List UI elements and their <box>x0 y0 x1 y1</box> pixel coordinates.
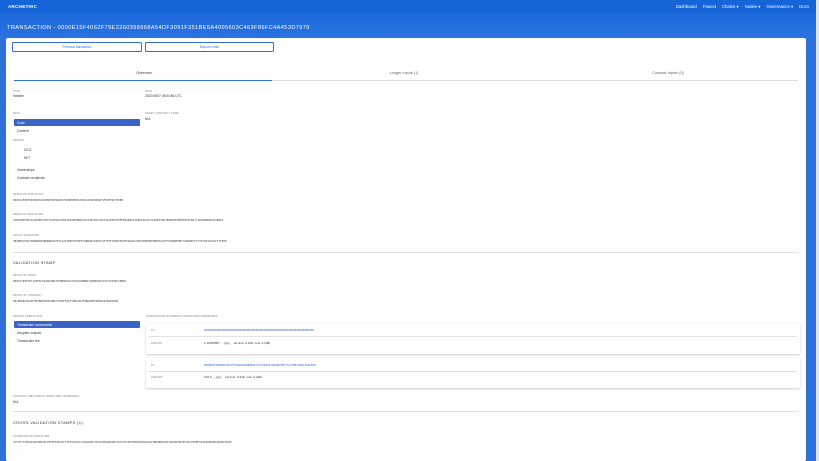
page-title: TRANSACTION - 0000E15F4062F79E2260398968… <box>7 25 310 31</box>
to-label: TO <box>151 329 155 332</box>
ledger-operations-label: LEDGER OPERATIONS <box>13 315 43 318</box>
ledger-menu-nft[interactable]: NFT <box>14 154 140 161</box>
explore-chain-button[interactable]: Explore chain <box>145 42 274 52</box>
movement-to-address[interactable]: 0000000000000000000000000000000000000000… <box>204 328 314 332</box>
transaction-movements-label: TRANSACTION MOVEMENTS (RESOLVED ADDRESSE… <box>146 315 218 318</box>
data-menu-content[interactable]: Content <box>14 128 140 135</box>
amount-value: 1.16235867 <box>204 341 220 345</box>
amount-label: AMOUNT <box>151 376 163 379</box>
contract-recipients-label: CONTRACT RECIPIENTS (RESOLVED ADDRESSES) <box>13 395 80 398</box>
data-label: DATA <box>13 112 20 115</box>
title-bar: TRANSACTION - 0000E15F4062F79E2260398968… <box>0 13 819 39</box>
tab-overview[interactable]: Overview <box>14 71 274 75</box>
ledger-menu-uco[interactable]: UCO <box>14 146 140 153</box>
movement-divider <box>149 371 797 372</box>
movement-card: TO 0000E6F1E6E8033DCF9C5BA40A6B8D1FC1F72… <box>146 358 800 388</box>
top-navbar: ARCHETHIC Dashboard Faucet Chains ▾ Node… <box>0 0 819 13</box>
movement-divider <box>149 336 797 337</box>
ledger-ops-transaction-fee[interactable]: Transaction fee <box>14 337 140 344</box>
amount-rate: (at time: 0.10$, now: 0.19$) <box>233 341 271 345</box>
amount-label: AMOUNT <box>151 342 163 345</box>
ledger-ops-transaction-movements[interactable]: Transaction movements <box>14 321 140 328</box>
previous-signature-value: A3BF9B4FFB72A206B5CF0F76CD5ACD30D3D498F8… <box>13 218 224 222</box>
menu-ownerships[interactable]: Ownerships <box>14 166 140 173</box>
movement-amount: 1.16235867 UCO (at time: 0.10$, now: 0.1… <box>204 341 270 345</box>
movement-amount: 100.0 UCO (at time: 0.41$, now: 0.41$) <box>204 375 262 379</box>
uco-badge: UCO <box>222 343 231 345</box>
brand-logo[interactable]: ARCHETHIC <box>8 4 37 9</box>
amount-rate: (at time: 0.41$, now: 0.41$) <box>225 375 262 379</box>
previous-public-key-value: 000151E9E7E4000032929B03955D6E47049B9EED… <box>13 198 124 202</box>
movement-card: TO 0000000000000000000000000000000000000… <box>146 324 800 354</box>
tab-ledger-inputs[interactable]: Ledger Inputs (1) <box>274 71 534 75</box>
smart-contract-code-value: N/A <box>145 117 151 121</box>
previous-signature-label: PREVIOUS SIGNATURE <box>13 213 44 216</box>
nav-link-docs[interactable]: Docs <box>799 4 809 10</box>
divider <box>13 411 799 412</box>
divider <box>13 252 799 253</box>
uco-badge: UCO <box>214 377 223 379</box>
tab-bar: Overview Ledger Inputs (1) Contract Inpu… <box>6 71 806 81</box>
nav-link-nodes[interactable]: Nodes ▾ <box>745 4 761 10</box>
nav-link-chains[interactable]: Chains ▾ <box>722 4 739 10</box>
amount-value: 100.0 <box>204 375 212 379</box>
nav-link-dashboard[interactable]: Dashboard <box>676 4 697 10</box>
coordinator-signature-label: COORDINATOR SIGNATURE <box>13 435 50 438</box>
cross-validation-stamps-heading: CROSS VALIDATION STAMPS (1) <box>13 420 83 425</box>
date-label: DATE <box>145 90 152 93</box>
tab-active-indicator <box>14 79 272 81</box>
smart-contract-code-label: SMART CONTRACT CODE <box>145 112 179 115</box>
nav-links: Dashboard Faucet Chains ▾ Nodes ▾ Govern… <box>676 4 809 10</box>
previous-transaction-button[interactable]: Previous transaction <box>12 42 142 52</box>
ledger-ops-unspent-outputs[interactable]: Unspent outputs <box>14 329 140 336</box>
type-value: transfer <box>13 94 24 98</box>
proof-of-integrity-label: PROOF OF INTEGRITY <box>13 294 43 297</box>
type-label: TYPE <box>13 90 21 93</box>
to-label: TO <box>151 364 155 367</box>
transaction-card: Previous transaction Explore chain Overv… <box>6 38 806 461</box>
nav-link-governance[interactable]: Governance ▾ <box>766 4 793 10</box>
contract-recipients-value: N/A <box>13 400 19 404</box>
data-menu-code[interactable]: Code <box>14 119 140 126</box>
nav-link-faucet[interactable]: Faucet <box>703 4 716 10</box>
ledger-label: LEDGER <box>13 139 25 142</box>
date-value: 2022/09/27 06:54:56 UTC <box>145 94 182 98</box>
movement-to-address[interactable]: 0000E6F1E6E8033DCF9C5BA40A6B8D1FC1F72839… <box>204 363 316 367</box>
previous-public-key-label: PREVIOUS PUBLIC KEY <box>13 193 44 196</box>
menu-contract-recipients[interactable]: Contract recipients <box>14 175 140 182</box>
origin-signature-value: 3B2B9EC09A3FB6B8966B6B9BC87537A2A3DE0CDF… <box>13 239 227 243</box>
tab-contract-inputs[interactable]: Contract Inputs (0) <box>538 71 798 75</box>
coordinator-signature-value: 3CF4F7C2FB242844D026C29FE9F4EC0F71F69C94… <box>13 440 232 444</box>
proof-of-integrity-value: 00C0DE8CB1A2F6E2BDE3E9FAB07C5E9FF6CF3D8C… <box>13 299 119 303</box>
proof-of-work-label: PROOF OF WORK <box>13 274 37 277</box>
validation-stamp-heading: VALIDATION STAMP <box>13 260 56 265</box>
origin-signature-label: ORIGIN SIGNATURE <box>13 234 40 237</box>
proof-of-work-value: 000151E9E7E7192E5C9426D0DD7909B8D55A3CD5… <box>13 279 127 283</box>
